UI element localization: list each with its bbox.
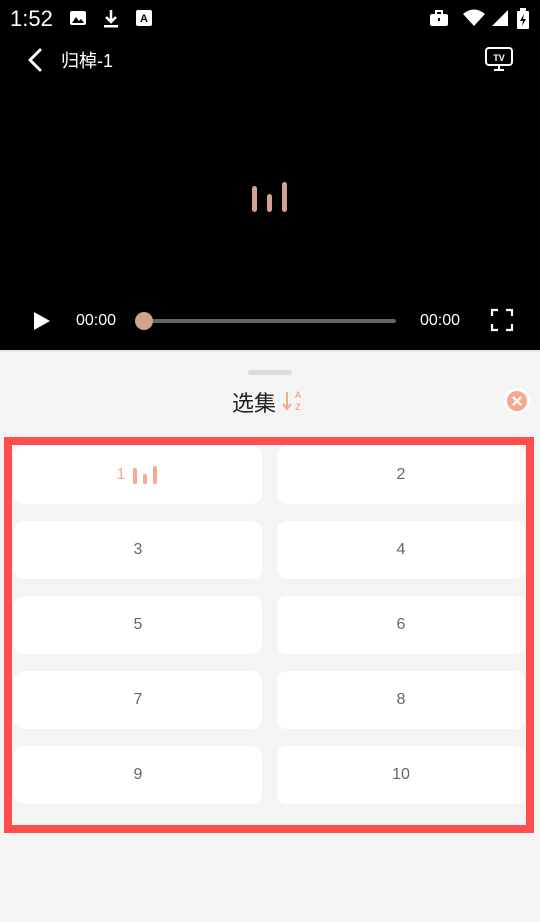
episode-cell[interactable]: 7: [14, 671, 262, 729]
episode-sheet: 选集 A Z 1 2 3 4 5 6 7 8 9 10: [0, 350, 540, 922]
close-icon: [507, 391, 527, 411]
image-icon: [70, 11, 86, 25]
episode-cell[interactable]: 2: [277, 446, 525, 504]
episode-number: 8: [396, 691, 406, 708]
episode-cell[interactable]: 10: [277, 746, 525, 804]
episode-cell[interactable]: 9: [14, 746, 262, 804]
tv-cast-icon[interactable]: TV: [484, 46, 514, 72]
svg-text:A: A: [140, 13, 148, 25]
player-controls: 00:00 00:00: [0, 300, 540, 344]
text-icon: A: [136, 10, 152, 26]
episode-cell[interactable]: 3: [14, 521, 262, 579]
play-icon[interactable]: [30, 310, 52, 332]
signal-icon: [492, 10, 508, 26]
episode-cell[interactable]: 5: [14, 596, 262, 654]
back-icon[interactable]: [22, 46, 50, 74]
battery-icon: [517, 8, 529, 29]
episode-cell[interactable]: 1: [14, 446, 262, 504]
episode-number: 1: [116, 466, 126, 483]
episode-cell[interactable]: 8: [277, 671, 525, 729]
status-bar: 1:52 A: [0, 0, 540, 36]
close-button[interactable]: [504, 388, 530, 414]
player-top-bar: 归棹-1 TV: [0, 36, 540, 82]
video-title: 归棹-1: [61, 51, 114, 71]
episode-number: 3: [133, 541, 143, 558]
episode-number: 7: [133, 691, 143, 708]
playing-bars-icon: [133, 466, 158, 484]
svg-text:TV: TV: [493, 53, 505, 63]
svg-text:A: A: [295, 390, 302, 400]
episode-number: 4: [396, 541, 406, 558]
drag-handle[interactable]: [248, 370, 292, 375]
loading-bars-icon: [252, 182, 287, 212]
episode-number: 2: [396, 466, 406, 483]
progress-track[interactable]: [144, 319, 396, 323]
sheet-title: 选集: [232, 391, 277, 416]
episode-number: 10: [392, 766, 410, 783]
total-time: 00:00: [420, 312, 461, 329]
episode-number: 5: [133, 616, 143, 633]
briefcase-icon: [430, 10, 448, 26]
episode-number: 9: [133, 766, 143, 783]
episode-number: 6: [396, 616, 406, 633]
wifi-icon: [463, 9, 485, 26]
progress-thumb[interactable]: [135, 312, 153, 330]
download-icon: [104, 10, 118, 28]
video-player[interactable]: 1:52 A 归棹-1 TV 00:00 00:00: [0, 0, 540, 350]
sort-icon[interactable]: A Z: [282, 388, 304, 414]
svg-text:Z: Z: [295, 402, 301, 412]
episode-cell[interactable]: 6: [277, 596, 525, 654]
episode-cell[interactable]: 4: [277, 521, 525, 579]
current-time: 00:00: [76, 312, 117, 329]
fullscreen-icon[interactable]: [490, 308, 514, 332]
status-time: 1:52: [10, 6, 53, 31]
